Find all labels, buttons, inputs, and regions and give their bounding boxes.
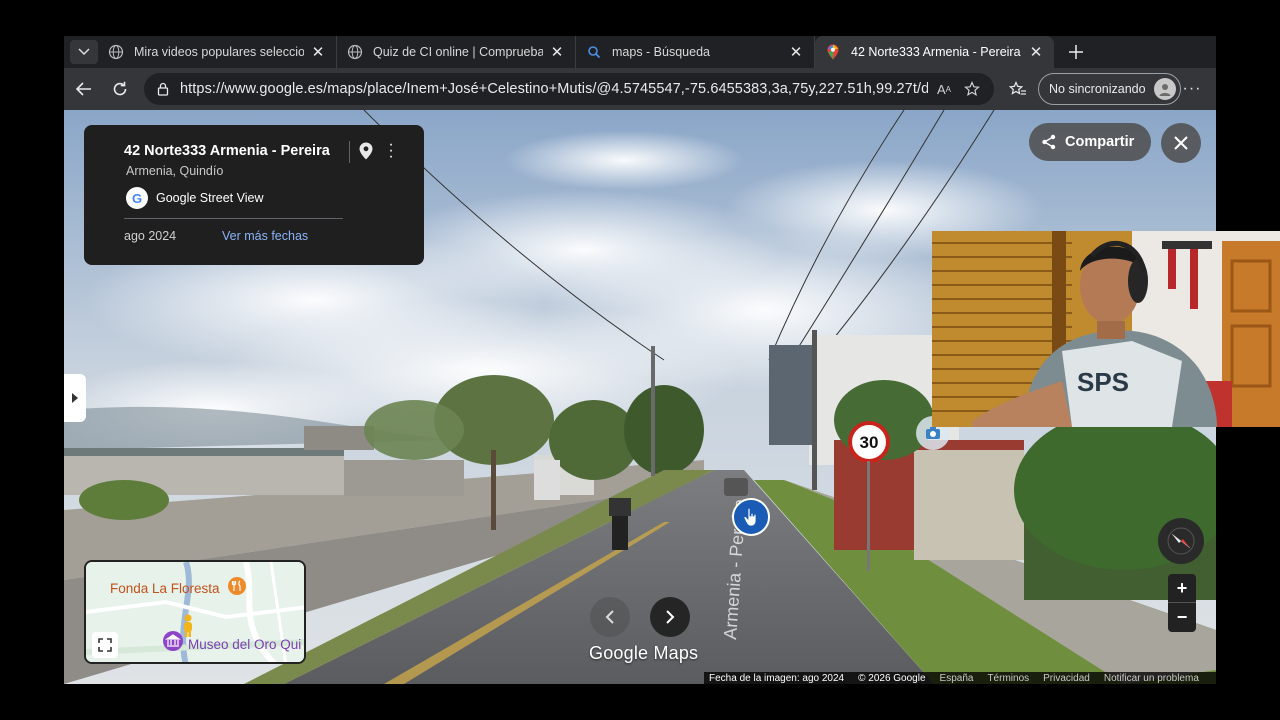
place-info-card: 42 Norte333 Armenia - Pereira Armenia, Q… — [84, 125, 424, 265]
map-footer: Fecha de la imagen: ago 2024 © 2026 Goog… — [704, 672, 1216, 684]
close-tab-icon[interactable]: ✕ — [549, 43, 565, 61]
mini-map[interactable]: Fonda La Floresta Museo del Oro Qui — [84, 560, 306, 664]
expand-side-panel-button[interactable] — [64, 374, 86, 422]
more-dates-link[interactable]: Ver más fechas — [222, 229, 308, 243]
zoom-out-button[interactable]: − — [1168, 603, 1196, 632]
read-aloud-icon[interactable]: AA — [932, 77, 956, 101]
plus-icon — [1069, 45, 1083, 59]
tab-title: maps - Búsqueda — [612, 45, 710, 59]
street-view-source: G Google Street View — [126, 187, 263, 209]
pegman-icon — [184, 614, 192, 637]
settings-menu-button[interactable]: ··· — [1176, 73, 1208, 105]
tab-list-button[interactable] — [70, 40, 98, 64]
tab-bar: Mira videos populares seleccion ✕ Quiz d… — [64, 36, 1216, 68]
compass-button[interactable] — [1158, 518, 1204, 564]
browser-tab[interactable]: Mira videos populares seleccion ✕ — [98, 36, 337, 68]
close-tab-icon[interactable]: ✕ — [1028, 43, 1044, 61]
close-tab-icon[interactable]: ✕ — [310, 43, 326, 61]
place-title: 42 Norte333 Armenia - Pereira — [124, 143, 330, 159]
more-options-icon[interactable]: · · · — [387, 137, 395, 165]
globe-icon — [108, 44, 124, 60]
close-icon — [1174, 136, 1188, 150]
pegman-marker[interactable] — [732, 498, 770, 536]
copyright-label: © 2026 Google — [858, 672, 926, 684]
previous-step-button[interactable] — [590, 597, 630, 637]
camera-icon — [926, 427, 940, 439]
browser-toolbar: https://www.google.es/maps/place/Inem+Jo… — [64, 68, 1216, 110]
browser-tab[interactable]: maps - Búsqueda ✕ — [576, 36, 815, 68]
webcam-feed: SPS — [932, 231, 1280, 427]
favorites-icon — [1009, 81, 1026, 95]
address-bar[interactable]: https://www.google.es/maps/place/Inem+Jo… — [144, 73, 994, 105]
site-info-icon[interactable] — [156, 82, 170, 96]
avatar — [1153, 78, 1176, 100]
reload-button[interactable] — [104, 73, 136, 105]
source-label: Google Street View — [156, 191, 264, 205]
favorite-star-icon[interactable] — [960, 77, 984, 101]
browser-tab-active[interactable]: 42 Norte333 Armenia - Pereira - ✕ — [815, 36, 1054, 68]
image-date-label: Fecha de la imagen: ago 2024 — [709, 672, 845, 684]
report-problem-link[interactable]: Notificar un problema — [1104, 673, 1199, 684]
restaurant-icon[interactable] — [227, 576, 247, 596]
url-text[interactable]: https://www.google.es/maps/place/Inem+Jo… — [180, 81, 928, 97]
zoom-control: + − — [1168, 574, 1196, 632]
tab-title: Quiz de CI online | Comprueba t — [373, 45, 543, 59]
sync-status-label: No sincronizando — [1049, 82, 1146, 96]
place-pin-button[interactable] — [359, 142, 373, 165]
terms-link[interactable]: Términos — [987, 673, 1029, 684]
speed-limit-sign: 30 — [860, 433, 879, 452]
divider — [124, 218, 343, 219]
more-horizontal-icon: ··· — [1182, 80, 1202, 97]
shirt-graphic: SPS — [1077, 367, 1129, 397]
close-tab-icon[interactable]: ✕ — [788, 43, 804, 61]
search-icon — [586, 44, 602, 60]
map-pin-icon — [359, 142, 373, 160]
share-button[interactable]: Compartir — [1029, 123, 1151, 161]
map-label-museum[interactable]: Museo del Oro Qui — [188, 637, 301, 652]
chevron-down-icon — [78, 48, 90, 56]
chevron-right-icon — [666, 610, 675, 624]
country-link[interactable]: España — [940, 673, 974, 684]
share-label: Compartir — [1065, 134, 1135, 150]
museum-icon[interactable] — [162, 630, 184, 652]
webcam-overlay: SPS — [932, 231, 1280, 427]
screen: Mira videos populares seleccion ✕ Quiz d… — [0, 0, 1280, 720]
favorites-button[interactable] — [1002, 73, 1034, 105]
compass-icon — [1167, 527, 1195, 555]
divider — [349, 141, 350, 163]
fullscreen-icon — [98, 638, 112, 652]
tab-title: 42 Norte333 Armenia - Pereira - — [851, 45, 1022, 59]
new-tab-button[interactable] — [1062, 38, 1090, 66]
close-street-view-button[interactable] — [1161, 123, 1201, 163]
hand-pointer-icon — [743, 507, 757, 527]
chevron-right-icon — [72, 393, 78, 403]
tab-title: Mira videos populares seleccion — [134, 45, 304, 59]
capture-date: ago 2024 — [124, 229, 177, 243]
map-label-restaurant[interactable]: Fonda La Floresta — [110, 581, 220, 596]
google-maps-logo: Google Maps — [589, 643, 699, 663]
profile-sync-button[interactable]: No sincronizando — [1038, 73, 1181, 105]
globe-icon — [347, 44, 363, 60]
browser-tab[interactable]: Quiz de CI online | Comprueba t ✕ — [337, 36, 576, 68]
place-subtitle: Armenia, Quindío — [126, 164, 224, 178]
zoom-in-button[interactable]: + — [1168, 574, 1196, 603]
next-step-button[interactable] — [650, 597, 690, 637]
chevron-left-icon — [605, 610, 614, 624]
reload-icon — [113, 81, 127, 96]
google-logo-icon: G — [126, 187, 148, 209]
privacy-link[interactable]: Privacidad — [1043, 673, 1090, 684]
back-button[interactable] — [68, 73, 100, 105]
share-icon — [1042, 134, 1056, 150]
expand-map-button[interactable] — [92, 632, 118, 658]
arrow-left-icon — [76, 82, 91, 96]
maps-pin-icon — [825, 44, 841, 60]
